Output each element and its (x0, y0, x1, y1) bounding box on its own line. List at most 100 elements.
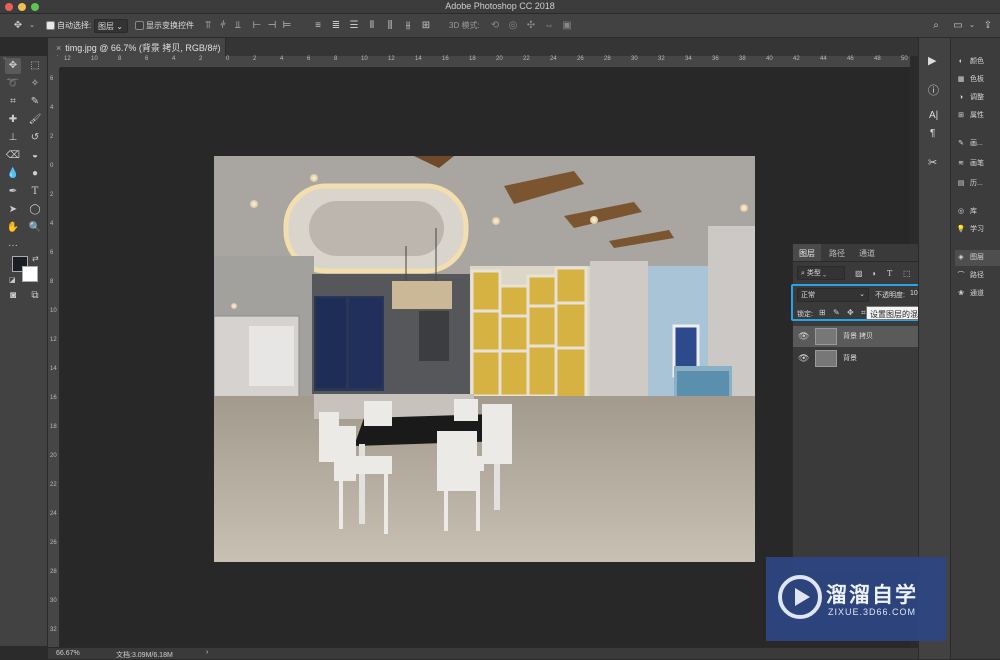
dock-item-properties[interactable]: ⊞ 属性 (955, 108, 1000, 124)
move-tool-icon[interactable]: ✥ (5, 58, 21, 74)
scale-3d-icon[interactable]: ▣ (561, 20, 573, 32)
distribute-top-icon[interactable]: ≡ (312, 20, 324, 32)
align-right-icon[interactable]: ⊨ (281, 20, 293, 32)
show-transform-checkbox[interactable] (135, 21, 144, 30)
dock-item-layers[interactable]: ◈ 图层 (955, 250, 1000, 266)
document-image[interactable] (214, 156, 755, 562)
dock-item-learn[interactable]: 💡 学习 (955, 222, 1000, 238)
layer-row-background-copy[interactable]: 👁 背景 拷贝 (793, 326, 938, 347)
ruler-tick-label: 42 (793, 56, 800, 62)
auto-select-label: 自动选择: (57, 21, 92, 30)
auto-select-checkbox[interactable] (46, 21, 55, 30)
quick-mask-icon[interactable]: ◙ (5, 288, 21, 304)
workspace-icon[interactable]: ▭ (952, 20, 964, 32)
bulb-icon: 💡 (956, 226, 966, 233)
default-colors-icon[interactable]: ◪ (9, 276, 16, 284)
auto-align-icon[interactable]: ⊞ (420, 20, 432, 32)
orbit-3d-icon[interactable]: ⟲ (489, 20, 501, 32)
more-tools-icon[interactable]: ··· (5, 238, 21, 254)
healing-brush-tool-icon[interactable]: ✚ (5, 112, 21, 128)
filter-shape-icon[interactable]: ⬚ (903, 269, 911, 278)
dock-item-adjustments[interactable]: ◑ 调整 (955, 90, 1000, 106)
eyedropper-tool-icon[interactable]: ✎ (27, 94, 43, 110)
layer-filter-dropdown[interactable]: ⌕ 类型 ⌄ (797, 266, 845, 280)
dock-item-channels[interactable]: ❀ 通道 (955, 286, 1000, 302)
swap-colors-icon[interactable]: ⇄ (32, 254, 39, 263)
vertical-ruler: 6 4 2 0 2 4 6 8 10 12 14 16 18 20 22 24 26 28 30 32 (48, 68, 60, 650)
ruler-tick-label: 10 (91, 56, 98, 62)
distribute-bottom-icon[interactable]: ☰ (348, 20, 360, 32)
paint-bucket-tool-icon[interactable]: ◒ (27, 148, 43, 164)
layer-thumbnail (815, 328, 837, 345)
align-vcenter-icon[interactable]: ⫩ (217, 20, 229, 32)
dock-item-brushes[interactable]: ✎ 画... (955, 136, 1000, 152)
align-hcenter-icon[interactable]: ⊣ (266, 20, 278, 32)
dock-item-label: 色板 (970, 76, 984, 83)
zoom-level[interactable]: 66.67% (56, 650, 80, 657)
magic-wand-tool-icon[interactable]: ✧ (27, 76, 43, 92)
auto-select-dropdown[interactable]: 图层 ⌄ (94, 19, 128, 33)
shape-tool-icon[interactable]: ◯ (27, 202, 43, 218)
lasso-tool-icon[interactable]: ➰ (5, 76, 21, 92)
info-icon[interactable]: ⓘ (928, 82, 939, 98)
brush-tool-icon[interactable]: 🖌 (27, 112, 43, 128)
paragraph-icon[interactable]: ¶ (930, 128, 935, 139)
stamp-tool-icon[interactable]: ⊥ (5, 130, 21, 146)
dock-item-libraries[interactable]: ◎ 库 (955, 204, 1000, 220)
align-top-icon[interactable]: ⫪ (202, 20, 214, 32)
dodge-tool-icon[interactable]: ● (27, 166, 43, 182)
hand-tool-icon[interactable]: ✋ (5, 220, 21, 236)
layer-row-background[interactable]: 👁 背景 🔒 (793, 348, 938, 369)
distribute-right-icon[interactable]: ⫵ (402, 20, 414, 32)
roll-3d-icon[interactable]: ◎ (507, 20, 519, 32)
align-bottom-icon[interactable]: ⫫ (232, 20, 244, 32)
pen-tool-icon[interactable]: ✒ (5, 184, 21, 200)
filter-pixel-icon[interactable]: ▨ (855, 269, 863, 278)
screen-mode-icon[interactable]: ⧉ (27, 288, 43, 304)
marquee-tool-icon[interactable]: ⬚ (27, 58, 43, 74)
zoom-tool-icon[interactable]: 🔍 (27, 220, 43, 236)
dock-item-color[interactable]: ◐ 颜色 (955, 54, 1000, 70)
align-left-icon[interactable]: ⊢ (251, 20, 263, 32)
close-tab-icon[interactable]: × (56, 43, 61, 53)
dock-item-history[interactable]: ▤ 历... (955, 176, 1000, 192)
character-icon[interactable]: A| (929, 110, 938, 121)
tab-paths[interactable]: 路径 (823, 244, 851, 261)
tab-channels[interactable]: 通道 (853, 244, 881, 261)
blur-tool-icon[interactable]: 💧 (5, 166, 21, 182)
dock-item-label: 属性 (970, 112, 984, 119)
app-title: Adobe Photoshop CC 2018 (445, 1, 555, 11)
filter-adjustment-icon[interactable]: ◑ (871, 269, 876, 278)
ruler-tick-label: 30 (50, 598, 57, 604)
dock-item-brush-settings[interactable]: ≋ 画笔 (955, 156, 1000, 172)
distribute-vcenter-icon[interactable]: ≣ (330, 20, 342, 32)
visibility-eye-icon[interactable]: 👁 (798, 353, 809, 364)
ruler-tick-label: 6 (50, 250, 54, 256)
history-brush-tool-icon[interactable]: ↺ (27, 130, 43, 146)
distribute-left-icon[interactable]: ⫴ (366, 20, 378, 32)
tool-presets-icon[interactable]: ✂ (928, 156, 937, 169)
document-tab[interactable]: ×timg.jpg @ 66.7% (背景 拷贝, RGB/8#) * (48, 38, 226, 64)
path-selection-tool-icon[interactable]: ➤ (5, 202, 21, 218)
filter-type-icon[interactable]: T (887, 269, 892, 278)
pan-3d-icon[interactable]: ✣ (525, 20, 537, 32)
slide-3d-icon[interactable]: ⇔ (543, 20, 555, 32)
play-action-icon[interactable]: ▶ (928, 54, 936, 67)
tab-layers[interactable]: 图层 (793, 244, 821, 261)
share-icon[interactable]: ⇪ (982, 20, 994, 32)
dock-item-label: 通道 (970, 290, 984, 297)
eraser-tool-icon[interactable]: ⌫ (5, 148, 21, 164)
dock-item-paths[interactable]: ⌒ 路径 (955, 268, 1000, 284)
workspace-chevron-icon[interactable]: ⌄ (966, 20, 978, 32)
move-tool-preset-icon[interactable]: ✥ (12, 20, 24, 32)
search-icon[interactable]: ⌕ (930, 20, 942, 32)
background-color-swatch[interactable] (22, 266, 38, 282)
status-menu-chevron-icon[interactable]: › (206, 649, 208, 656)
type-tool-icon[interactable]: T (27, 184, 43, 200)
visibility-eye-icon[interactable]: 👁 (798, 331, 809, 342)
dock-item-swatches[interactable]: ▦ 色板 (955, 72, 1000, 88)
crop-tool-icon[interactable]: ⌗ (5, 94, 21, 110)
distribute-hcenter-icon[interactable]: ⫼ (384, 20, 396, 32)
chevron-down-icon[interactable]: ⌄ (26, 20, 38, 32)
auto-select-value: 图层 (98, 22, 114, 31)
